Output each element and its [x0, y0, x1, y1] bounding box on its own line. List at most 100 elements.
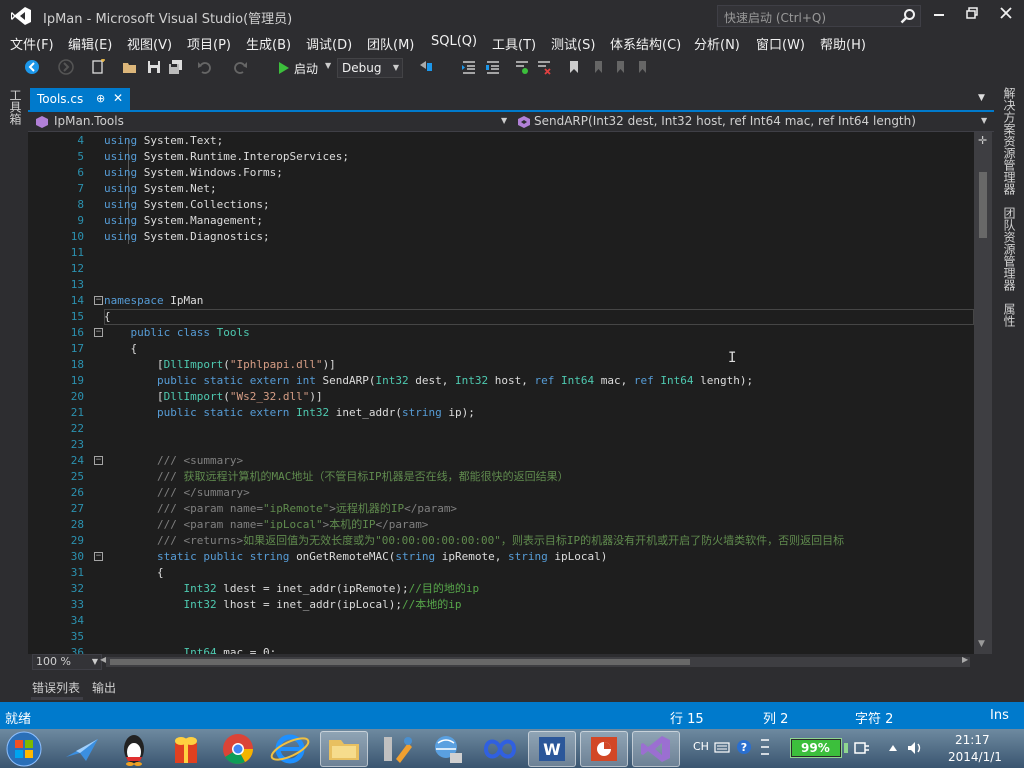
settings-toggle-icon[interactable]	[758, 737, 772, 757]
volume-icon[interactable]	[906, 740, 924, 756]
next-bookmark-icon[interactable]	[612, 59, 628, 75]
collapse-toggle[interactable]: −	[94, 296, 103, 305]
keyword: ref	[633, 374, 661, 387]
clear-bookmarks-icon[interactable]	[634, 59, 650, 75]
keyboard-icon[interactable]	[714, 740, 730, 754]
member-scope-select[interactable]: SendARP(Int32 dest, Int32 host, ref Int6…	[514, 113, 990, 131]
toolbox-tab[interactable]: 工具箱	[6, 89, 24, 125]
line-number: 23	[70, 438, 84, 451]
type-name: Int64	[660, 374, 694, 387]
gift-app-icon[interactable]	[162, 731, 210, 767]
zoom-select[interactable]: 100 % ▼	[32, 654, 102, 670]
configuration-value: Debug	[342, 61, 382, 75]
pin-icon[interactable]: ⊕	[96, 92, 105, 105]
navigate-back-icon[interactable]	[24, 59, 40, 75]
tab-tools-cs[interactable]: Tools.cs ⊕ ✕	[30, 88, 130, 112]
power-plug-icon[interactable]	[852, 740, 870, 756]
menu-help[interactable]: 帮助(H)	[820, 34, 866, 53]
previous-bookmark-icon[interactable]	[590, 59, 606, 75]
menu-edit[interactable]: 编辑(E)	[68, 34, 112, 53]
bookmark-icon[interactable]	[566, 59, 582, 75]
infinity-app-icon[interactable]	[476, 731, 524, 767]
internet-explorer-icon[interactable]	[266, 731, 314, 767]
qq-penguin-icon[interactable]	[110, 731, 158, 767]
open-file-icon[interactable]	[122, 59, 138, 75]
battery-indicator[interactable]: 99%	[790, 738, 842, 758]
team-explorer-tab[interactable]: 团队资源管理器	[1000, 207, 1018, 291]
code-line: /// <summary>	[104, 453, 243, 469]
tab-error-list[interactable]: 错误列表	[32, 679, 80, 696]
redo-icon[interactable]	[232, 59, 248, 75]
help-icon[interactable]: ?	[736, 739, 752, 755]
save-all-icon[interactable]	[168, 59, 184, 75]
visual-studio-task[interactable]	[632, 731, 680, 767]
class-scope-select[interactable]: IpMan.Tools ▼	[32, 113, 510, 131]
new-project-icon[interactable]	[90, 59, 106, 75]
menu-window[interactable]: 窗口(W)	[756, 34, 805, 53]
outdent-icon[interactable]	[485, 59, 501, 75]
member-scope-value: SendARP(Int32 dest, Int32 host, ref Int6…	[534, 114, 916, 128]
file-explorer-task[interactable]	[320, 731, 368, 767]
save-icon[interactable]	[146, 59, 162, 75]
search-icon[interactable]	[900, 8, 916, 24]
undo-icon[interactable]	[197, 59, 213, 75]
vertical-scroll-thumb[interactable]	[979, 172, 987, 238]
tools-app-icon[interactable]	[372, 731, 420, 767]
show-hidden-icons-icon[interactable]	[888, 743, 898, 753]
collapse-toggle[interactable]: −	[94, 552, 103, 561]
scroll-right-icon[interactable]: ▶	[962, 655, 968, 664]
feiq-messenger-icon[interactable]	[58, 731, 106, 767]
menu-test[interactable]: 测试(S)	[551, 34, 595, 53]
keyword: namespace	[104, 294, 164, 307]
windows-start-icon[interactable]	[4, 730, 44, 768]
visual-studio-logo-icon	[11, 7, 31, 25]
restore-button[interactable]	[959, 4, 985, 26]
uncomment-lines-icon[interactable]	[536, 59, 552, 75]
solution-explorer-tab[interactable]: 解决方案资源管理器	[1000, 87, 1018, 195]
clock-date[interactable]: 2014/1/1	[948, 750, 1002, 764]
menu-tools[interactable]: 工具(T)	[492, 34, 536, 53]
collapse-toggle[interactable]: −	[94, 328, 103, 337]
svg-text:?: ?	[741, 741, 747, 754]
tab-output[interactable]: 输出	[92, 679, 116, 696]
code-editor[interactable]: 4 5 6 7 8 9 10 11 12 13 14 15 16 17 18 1…	[28, 132, 974, 654]
type-name: DllImport	[163, 358, 224, 371]
type-name: Int32	[375, 374, 409, 387]
horizontal-scrollbar[interactable]	[106, 657, 970, 667]
vertical-scrollbar[interactable]: ✛ ▼	[974, 132, 992, 654]
navigate-forward-icon[interactable]	[58, 59, 74, 75]
menu-view[interactable]: 视图(V)	[127, 34, 172, 53]
chrome-icon[interactable]	[214, 731, 262, 767]
start-debugging-button[interactable]: 启动 ▼	[276, 58, 334, 78]
properties-tab[interactable]: 属性	[1000, 303, 1018, 327]
split-handle-icon[interactable]: ✛	[978, 134, 987, 147]
code-text: ip);	[441, 406, 475, 419]
minimize-button[interactable]	[926, 4, 952, 26]
word-task[interactable]: W	[528, 731, 576, 767]
comment-lines-icon[interactable]	[514, 59, 530, 75]
close-tab-icon[interactable]: ✕	[113, 91, 123, 105]
menu-analyze[interactable]: 分析(N)	[694, 34, 740, 53]
network-globe-icon[interactable]	[424, 731, 472, 767]
input-method-indicator[interactable]: CH	[693, 740, 709, 753]
quick-launch-input[interactable]: 快速启动 (Ctrl+Q)	[717, 5, 921, 27]
clock-time[interactable]: 21:17	[955, 733, 990, 747]
menu-architecture[interactable]: 体系结构(C)	[610, 34, 681, 53]
scroll-down-icon[interactable]: ▼	[978, 639, 985, 649]
menu-project[interactable]: 项目(P)	[187, 34, 231, 53]
indent-icon[interactable]	[461, 59, 477, 75]
horizontal-scroll-thumb[interactable]	[110, 659, 690, 665]
menu-debug[interactable]: 调试(D)	[306, 34, 352, 53]
svg-text:W: W	[543, 740, 561, 759]
close-window-button[interactable]	[993, 4, 1019, 26]
bottom-tool-tabs: 错误列表 输出	[28, 672, 994, 700]
solution-configuration-select[interactable]: Debug ▼	[337, 58, 403, 78]
find-in-files-icon[interactable]	[418, 59, 434, 75]
collapse-toggle[interactable]: −	[94, 456, 103, 465]
powerpoint-task[interactable]	[580, 731, 628, 767]
menu-file[interactable]: 文件(F)	[10, 34, 54, 53]
menu-build[interactable]: 生成(B)	[246, 34, 291, 53]
menu-sql[interactable]: SQL(Q)	[431, 34, 477, 49]
menu-team[interactable]: 团队(M)	[367, 34, 414, 53]
chevron-down-icon[interactable]: ▼	[978, 93, 985, 103]
